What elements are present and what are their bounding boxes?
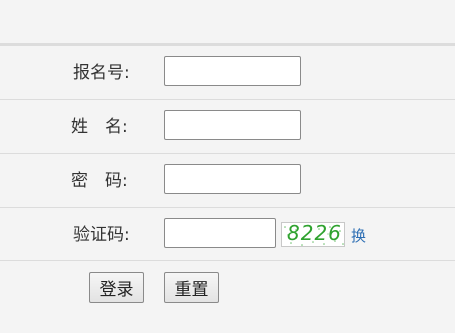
- name-label: 姓 名:: [71, 117, 128, 137]
- captcha-label: 验证码:: [73, 225, 130, 245]
- row-password: 密 码:: [0, 154, 455, 208]
- captcha-input[interactable]: [164, 218, 276, 248]
- login-button[interactable]: 登录: [89, 272, 144, 303]
- password-label: 密 码:: [71, 171, 128, 191]
- login-form: 报名号: 姓 名: 密 码: 验证码: 8226 换 登录 重置: [0, 0, 455, 333]
- captcha-code: 8226: [287, 222, 342, 245]
- registration-number-label: 报名号:: [73, 63, 130, 83]
- password-input[interactable]: [164, 164, 301, 194]
- name-input[interactable]: [164, 110, 301, 140]
- reset-button[interactable]: 重置: [164, 272, 219, 303]
- refresh-captcha-link[interactable]: 换: [351, 225, 366, 246]
- captcha-image[interactable]: 8226: [281, 222, 345, 247]
- row-captcha: 验证码: 8226 换: [0, 208, 455, 261]
- registration-number-input[interactable]: [164, 56, 301, 86]
- row-name: 姓 名:: [0, 100, 455, 154]
- row-registration-number: 报名号:: [0, 46, 455, 100]
